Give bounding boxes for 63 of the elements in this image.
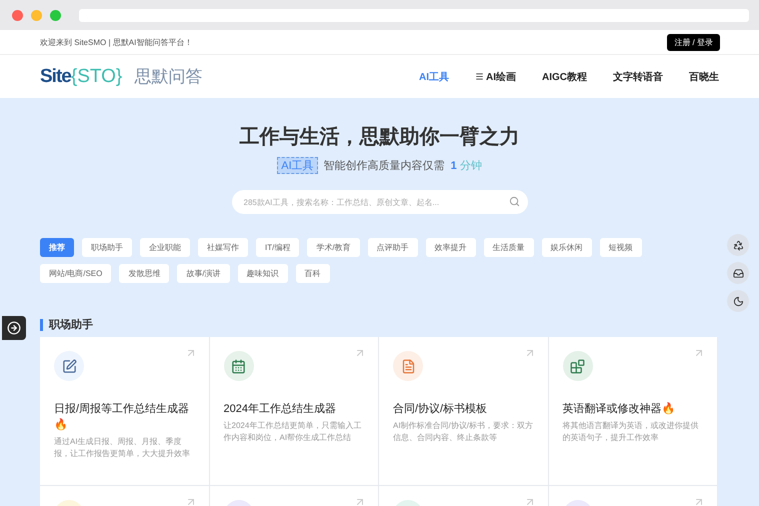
minute-unit: 分钟 xyxy=(460,159,482,173)
category-tag[interactable]: 发散思维 xyxy=(119,264,170,283)
inbox-icon xyxy=(732,268,744,278)
arrow-circle-icon xyxy=(7,321,21,335)
category-tag[interactable]: 推荐 xyxy=(40,238,74,257)
blocks-icon xyxy=(570,358,585,374)
card-title: 英语翻译或修改神器🔥 xyxy=(562,401,676,417)
category-tag[interactable]: 短视频 xyxy=(600,238,642,257)
category-tag[interactable]: 效率提升 xyxy=(426,238,476,257)
category-tag[interactable]: 学术/教育 xyxy=(307,238,360,257)
category-tag[interactable]: IT/编程 xyxy=(256,238,300,257)
minute-number: 1 xyxy=(450,160,457,172)
dark-mode-button[interactable] xyxy=(727,290,749,312)
tool-badge: AI工具 xyxy=(277,157,318,174)
side-button[interactable] xyxy=(727,262,749,284)
tool-card[interactable]: 合同/协议/标书模板 AI制作标准合同/协议/标书，要求：双方信息、合同内容、终止条款等 xyxy=(379,337,548,485)
calendar-icon xyxy=(231,358,246,374)
category-tag[interactable]: 故事/演讲 xyxy=(177,264,230,283)
category-tag[interactable]: 百科 xyxy=(296,264,330,283)
hero-title: 工作与生活，思默助你一臂之力 xyxy=(240,124,520,150)
card-title: 合同/协议/标书模板 xyxy=(393,402,488,417)
hero-subtitle: 智能创作高质量内容仅需 xyxy=(324,158,445,173)
category-tag[interactable]: 社媒写作 xyxy=(198,238,248,257)
category-tag[interactable]: 点评助手 xyxy=(368,238,418,257)
tool-card[interactable]: 日报/周报等工作总结生成器🔥 通过AI生成日报、周报、月报、季度报，让工作报告更简单，大大提升效率 xyxy=(40,337,208,485)
card-description: AI制作标准合同/协议/标书，要求：双方信息、合同内容、终止条款等 xyxy=(393,420,534,444)
arrow-icon xyxy=(693,496,705,506)
edit-icon xyxy=(62,358,76,374)
category-tag[interactable]: 娱乐休闲 xyxy=(542,238,592,257)
expand-button[interactable] xyxy=(2,316,26,340)
tool-card[interactable]: 英语翻译或修改神器🔥 将其他语言翻译为英语，或改进你提供的英语句子，提升工作效率 xyxy=(548,337,717,485)
card-description: 将其他语言翻译为英语，或改进你提供的英语句子，提升工作效率 xyxy=(562,420,700,444)
nav-link[interactable]: 百晓生 xyxy=(689,70,719,84)
nav-link[interactable]: AI绘画 xyxy=(475,70,516,84)
close-dot[interactable] xyxy=(12,10,23,20)
category-tag[interactable]: 生活质量 xyxy=(484,238,534,257)
recycle-icon xyxy=(732,240,744,250)
welcome-text: 欢迎来到 SiteSMO | 思默AI智能问答平台！ xyxy=(40,36,192,48)
nav-link[interactable]: 文字转语音 xyxy=(613,70,663,84)
card-title: 2024年工作总结生成器 xyxy=(224,402,337,417)
minimize-dot[interactable] xyxy=(31,10,42,20)
arrow-icon xyxy=(693,347,705,359)
search-icon[interactable] xyxy=(508,196,520,207)
nav-link[interactable]: AI工具 xyxy=(419,70,449,84)
card-description: 通过AI生成日报、周报、月报、季度报，让工作报告更简单，大大提升效率 xyxy=(54,436,191,460)
document-icon xyxy=(400,358,416,374)
maximize-dot[interactable] xyxy=(50,10,61,20)
category-tag[interactable]: 职场助手 xyxy=(82,238,132,257)
category-tag[interactable]: 企业职能 xyxy=(140,238,190,257)
logo[interactable]: Site{STO} 思默问答 xyxy=(40,65,202,88)
moon-icon xyxy=(732,296,744,306)
card-description: 让2024年工作总结更简单，只需输入工作内容和岗位，AI帮你生成工作总结 xyxy=(224,420,362,444)
tool-card[interactable]: 2024年工作总结生成器 让2024年工作总结更简单，只需输入工作内容和岗位，AI帮你生成工作总结 xyxy=(210,337,378,485)
nav-link[interactable]: AIGC教程 xyxy=(542,70,587,84)
side-button[interactable] xyxy=(727,234,749,256)
section-title: 职场助手 xyxy=(40,319,759,331)
search-field[interactable]: 285款AI工具，搜索名称：工作总结、原创文章、起名... xyxy=(232,190,528,214)
category-tag[interactable]: 趣味知识 xyxy=(238,264,288,283)
card-title: 日报/周报等工作总结生成器🔥 xyxy=(54,402,190,433)
arrow-icon xyxy=(354,496,366,506)
category-tag[interactable]: 网站/电商/SEO xyxy=(40,264,112,283)
arrow-icon xyxy=(354,347,366,359)
login-button[interactable]: 注册 / 登录 xyxy=(667,34,720,50)
